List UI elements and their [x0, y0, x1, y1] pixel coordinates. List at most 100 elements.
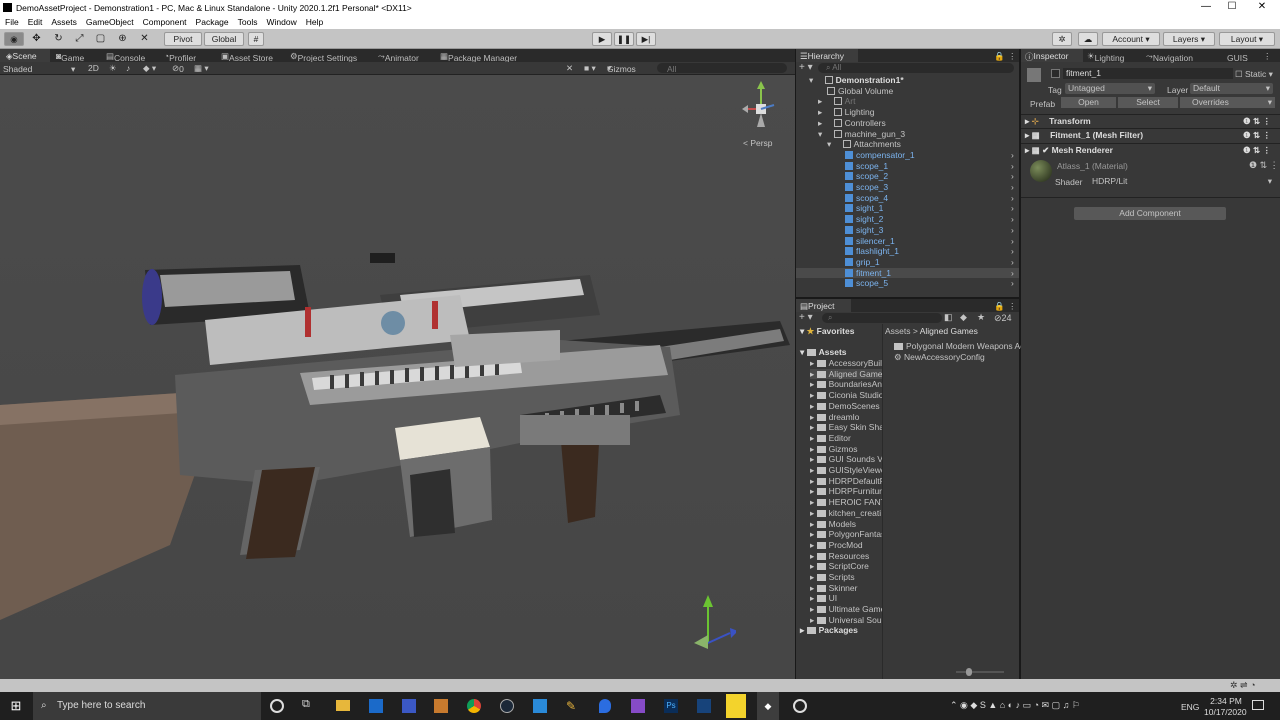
expand-arrow-icon[interactable]: ▸: [810, 561, 817, 571]
hierarchy-item[interactable]: scope_1 ›: [796, 161, 1019, 172]
camera-icon[interactable]: ■ ▾: [584, 63, 596, 74]
hierarchy-item[interactable]: ▾ Demonstration1*: [796, 75, 1019, 86]
file-item[interactable]: Polygonal Modern Weapons Ac: [894, 341, 1024, 352]
vscode-icon[interactable]: [533, 699, 547, 713]
minimize-button[interactable]: —: [1194, 1, 1218, 12]
transform-gizmo-icon[interactable]: [686, 593, 736, 663]
expand-arrow-icon[interactable]: ▾: [827, 139, 834, 149]
layer-dropdown[interactable]: Default ▾: [1190, 83, 1273, 94]
tools-icon[interactable]: ✕: [566, 63, 573, 74]
assets-header[interactable]: ▾ Assets: [800, 347, 847, 358]
prefab-open-arrow-icon[interactable]: ›: [1011, 278, 1014, 288]
visual-studio-icon[interactable]: [631, 699, 645, 713]
breadcrumb-aligned-games[interactable]: Aligned Games: [920, 326, 978, 336]
tab-scene[interactable]: ◈ Scene: [0, 49, 50, 62]
component-mesh-renderer[interactable]: ▸ ▦ ✔ Mesh Renderer ❶ ⇅ ⋮: [1021, 143, 1280, 156]
hierarchy-item[interactable]: fitment_1 ›: [796, 267, 1019, 279]
prefab-open-arrow-icon[interactable]: ›: [1011, 150, 1014, 160]
expand-arrow-icon[interactable]: ▸: [810, 615, 817, 625]
project-folder-item[interactable]: ▸ Ciconia Studio: [810, 390, 882, 401]
expand-arrow-icon[interactable]: ▸: [810, 540, 817, 550]
expand-arrow-icon[interactable]: ▸: [810, 551, 817, 561]
material-menu-icon[interactable]: ❶ ⇅ ⋮: [1249, 160, 1279, 171]
expand-arrow-icon[interactable]: ▸: [810, 486, 817, 496]
clock-time[interactable]: 2:34 PM: [1208, 696, 1244, 706]
expand-arrow-icon[interactable]: ▸: [818, 107, 825, 117]
hierarchy-search-input[interactable]: ⌕ All: [818, 63, 1014, 73]
notification-icon[interactable]: [1252, 700, 1264, 710]
component-mesh-filter[interactable]: ▸ ▦ Fitment_1 (Mesh Filter) ❶ ⇅ ⋮: [1021, 128, 1280, 142]
slider-thumb[interactable]: [966, 668, 972, 676]
project-folder-item[interactable]: ▸ Scripts: [810, 572, 882, 583]
hierarchy-item[interactable]: silencer_1 ›: [796, 236, 1019, 247]
component-menu-icon[interactable]: ❶ ⇅ ⋮: [1243, 129, 1271, 142]
hierarchy-item[interactable]: ▸ Art: [796, 96, 1019, 107]
shader-dropdown[interactable]: HDRP/Lit ▾: [1089, 176, 1275, 187]
project-folder-item[interactable]: ▸ PolygonFantas: [810, 529, 882, 540]
menu-package[interactable]: Package: [191, 16, 233, 27]
outlook-icon[interactable]: [369, 699, 383, 713]
expand-arrow-icon[interactable]: ▸: [810, 401, 817, 411]
material-preview[interactable]: [1030, 160, 1052, 182]
task-view-icon[interactable]: ⧉: [302, 698, 310, 711]
hierarchy-item[interactable]: scope_5 ›: [796, 278, 1019, 289]
maximize-button[interactable]: ☐: [1220, 1, 1244, 12]
expand-arrow-icon[interactable]: ▸: [810, 358, 817, 368]
pivot-toggle[interactable]: Pivot: [164, 32, 202, 46]
project-search-input[interactable]: ⌕: [822, 313, 942, 323]
effects-toggle-icon[interactable]: ◆ ▾: [143, 63, 156, 74]
project-folder-item[interactable]: ▸ UI: [810, 593, 882, 604]
account-dropdown[interactable]: Account ▾: [1102, 32, 1160, 46]
unity-taskbar-icon[interactable]: ◆: [757, 692, 779, 720]
lighting-toggle-icon[interactable]: ☀: [109, 63, 117, 74]
project-folder-item[interactable]: ▸ Universal Sou: [810, 615, 882, 626]
component-menu-icon[interactable]: ❶ ⇅ ⋮: [1243, 144, 1271, 157]
hierarchy-item[interactable]: ▾ Attachments: [796, 139, 1019, 150]
rect-tool-icon[interactable]: ▢: [92, 32, 109, 46]
gizmos-dropdown[interactable]: Gizmos ▾: [607, 63, 636, 74]
expand-arrow-icon[interactable]: ▾: [809, 75, 816, 85]
add-component-button[interactable]: Add Component: [1074, 207, 1226, 220]
active-checkbox[interactable]: [1051, 69, 1060, 78]
project-folder-item[interactable]: ▸ HDRPFurniture: [810, 486, 882, 497]
project-folder-item[interactable]: ▸ Models: [810, 519, 882, 530]
cloud-icon[interactable]: ☁: [1078, 32, 1098, 46]
hierarchy-item[interactable]: sight_2 ›: [796, 214, 1019, 225]
hierarchy-item[interactable]: ▾ machine_gun_3: [796, 129, 1019, 140]
prefab-open-arrow-icon[interactable]: ›: [1011, 182, 1014, 192]
prefab-open-arrow-icon[interactable]: ›: [1011, 268, 1014, 278]
start-button[interactable]: ⊞: [0, 692, 32, 720]
component-menu-icon[interactable]: ❶ ⇅ ⋮: [1243, 115, 1271, 128]
project-create-button[interactable]: + ▾: [799, 312, 813, 323]
expand-arrow-icon[interactable]: ▸: [810, 508, 817, 518]
app-icon[interactable]: [697, 699, 711, 713]
file-item[interactable]: ⚙ NewAccessoryConfig: [894, 352, 985, 363]
project-folder-item[interactable]: ▸ ScriptCore: [810, 561, 882, 572]
expand-arrow-icon[interactable]: ▸: [810, 454, 817, 464]
hierarchy-item[interactable]: sight_3 ›: [796, 225, 1019, 236]
hierarchy-item[interactable]: ▸ Controllers: [796, 118, 1019, 129]
project-lock-icon[interactable]: 🔒: [994, 301, 1005, 312]
prefab-open-arrow-icon[interactable]: ›: [1011, 225, 1014, 235]
hierarchy-item[interactable]: grip_1 ›: [796, 257, 1019, 268]
tab-package-manager[interactable]: ▦ Package Manager: [440, 51, 517, 63]
hierarchy-item[interactable]: compensator_1 ›: [796, 150, 1019, 161]
scene-viewport[interactable]: < Persp: [0, 75, 795, 679]
project-folder-item[interactable]: ▸ Aligned Games: [810, 368, 882, 380]
project-folder-item[interactable]: ▸ GUI Sounds Vo: [810, 454, 882, 465]
menu-component[interactable]: Component: [138, 16, 191, 27]
expand-arrow-icon[interactable]: ▸: [810, 422, 817, 432]
expand-arrow-icon[interactable]: ▸: [810, 390, 817, 400]
project-folder-item[interactable]: ▸ ProcMod: [810, 540, 882, 551]
menu-edit[interactable]: Edit: [23, 16, 47, 27]
label-icon[interactable]: ◆: [960, 312, 967, 323]
project-folder-item[interactable]: ▸ dreamlo: [810, 412, 882, 423]
tab-inspector[interactable]: ⓘ Inspector: [1021, 49, 1083, 62]
component-transform[interactable]: ▸ ⊹ Transform ❶ ⇅ ⋮: [1021, 114, 1280, 127]
hierarchy-item[interactable]: sight_1 ›: [796, 203, 1019, 214]
expand-arrow-icon[interactable]: ▸: [810, 572, 817, 582]
expand-arrow-icon[interactable]: ▸: [810, 604, 817, 614]
project-folder-item[interactable]: ▸ BoundariesAnd: [810, 379, 882, 390]
pause-button[interactable]: ❚❚: [614, 32, 634, 46]
prefab-open-arrow-icon[interactable]: ›: [1011, 161, 1014, 171]
